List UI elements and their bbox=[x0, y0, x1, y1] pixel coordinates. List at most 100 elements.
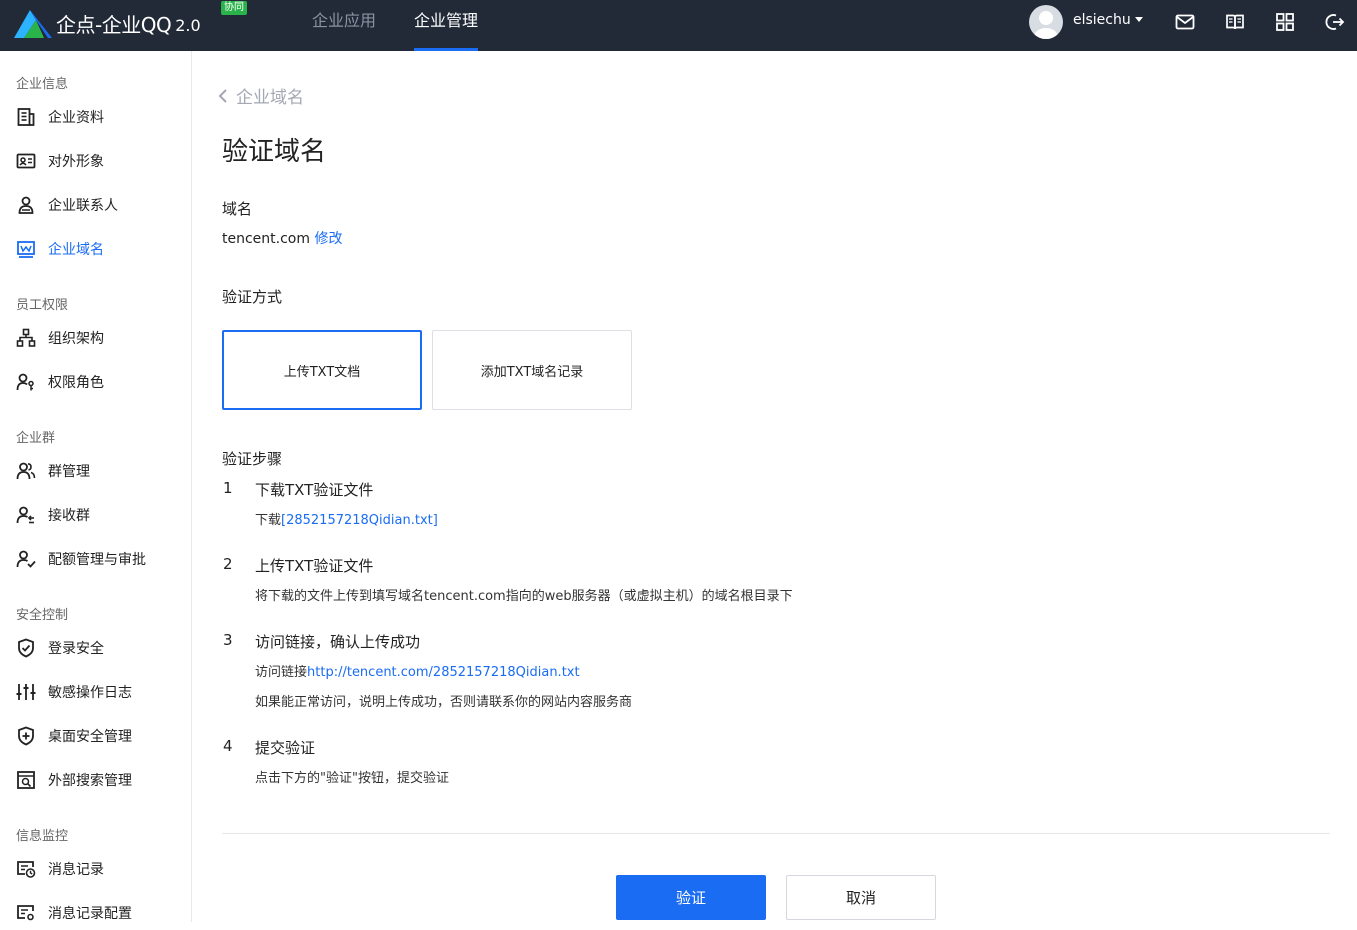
qidian-logo-icon bbox=[14, 10, 52, 38]
collab-badge: 协同 bbox=[221, 1, 247, 15]
book-icon[interactable] bbox=[1225, 12, 1245, 32]
role-key-icon bbox=[16, 373, 34, 391]
method-txt-record[interactable]: 添加TXT域名记录 bbox=[432, 330, 632, 410]
caret-down-icon bbox=[1134, 17, 1143, 22]
download-file-link[interactable]: [2852157218Qidian.txt] bbox=[281, 513, 438, 528]
verify-button[interactable]: 验证 bbox=[616, 875, 766, 920]
cancel-button[interactable]: 取消 bbox=[786, 875, 936, 920]
step-number: 3 bbox=[223, 631, 233, 649]
sliders-icon bbox=[16, 684, 36, 700]
step-title: 提交验证 bbox=[255, 739, 316, 757]
sidebar-item-external-search[interactable]: 外部搜索管理 bbox=[0, 763, 191, 797]
sidebar-item-login-security[interactable]: 登录安全 bbox=[0, 631, 191, 665]
step-desc: 下载[2852157218Qidian.txt] bbox=[255, 509, 438, 528]
step-number: 4 bbox=[223, 737, 233, 755]
step-desc: 将下载的文件上传到填写域名tencent.com指向的web服务器（或虚拟主机）… bbox=[255, 589, 793, 604]
sidebar-item-label: 组织架构 bbox=[48, 331, 104, 347]
app-name: 企点-企业QQ bbox=[56, 12, 172, 37]
sidebar-item-roles[interactable]: 权限角色 bbox=[0, 365, 191, 399]
method-upload-txt[interactable]: 上传TXT文档 bbox=[222, 330, 422, 410]
sidebar-item-label: 群管理 bbox=[48, 464, 90, 480]
sidebar-item-label: 外部搜索管理 bbox=[48, 773, 132, 789]
app-version: 2.0 bbox=[175, 15, 201, 35]
tab-enterprise-management[interactable]: 企业管理 bbox=[414, 0, 479, 51]
method-label-text: 添加TXT域名记录 bbox=[480, 364, 584, 380]
domain-icon bbox=[17, 241, 35, 258]
sidebar-item-sensitive-log[interactable]: 敏感操作日志 bbox=[0, 675, 191, 709]
message-history-icon bbox=[17, 861, 36, 878]
edit-domain-link[interactable]: 修改 bbox=[314, 231, 342, 247]
sidebar-item-receive-group[interactable]: 接收群 bbox=[0, 498, 191, 532]
sidebar-item-domain[interactable]: 企业域名 bbox=[0, 232, 191, 266]
sidebar-item-group-management[interactable]: 群管理 bbox=[0, 454, 191, 488]
step-number: 1 bbox=[223, 479, 233, 497]
step-desc: 点击下方的"验证"按钮，提交验证 bbox=[255, 771, 449, 786]
group-icon bbox=[16, 462, 36, 480]
sidebar-group-title: 企业信息 bbox=[16, 77, 69, 92]
step-number: 2 bbox=[223, 555, 233, 573]
sidebar-item-label: 配额管理与审批 bbox=[48, 552, 146, 568]
sidebar-item-label: 企业资料 bbox=[48, 110, 104, 126]
sidebar-item-message-config[interactable]: 消息记录配置 bbox=[0, 896, 191, 930]
domain-value: tencent.com bbox=[222, 231, 310, 247]
back-label: 企业域名 bbox=[236, 88, 304, 108]
mail-icon[interactable] bbox=[1175, 12, 1195, 32]
step-title: 上传TXT验证文件 bbox=[255, 557, 374, 575]
sidebar-item-label: 权限角色 bbox=[48, 375, 104, 391]
org-chart-icon bbox=[16, 328, 36, 347]
sidebar-item-message-history[interactable]: 消息记录 bbox=[0, 852, 191, 886]
sidebar-item-label: 桌面安全管理 bbox=[48, 729, 132, 745]
step-desc-secondary: 如果能正常访问，说明上传成功，否则请联系你的网站内容服务商 bbox=[255, 695, 633, 710]
avatar[interactable] bbox=[1029, 5, 1063, 39]
app-logo[interactable]: 企点-企业QQ 2.0 bbox=[14, 7, 201, 39]
domain-label: 域名 bbox=[222, 200, 253, 218]
chevron-left-icon bbox=[218, 88, 227, 103]
sidebar-group-title: 企业群 bbox=[16, 431, 56, 446]
step-desc-text: 访问链接 bbox=[255, 665, 308, 680]
sidebar-item-org-structure[interactable]: 组织架构 bbox=[0, 321, 191, 355]
sidebar: 企业信息 企业资料 对外形象 企业联系人 企业域名 员工权限 组织架构 权限角色… bbox=[0, 51, 192, 922]
tab-enterprise-apps[interactable]: 企业应用 bbox=[312, 0, 376, 51]
verify-button-label: 验证 bbox=[675, 889, 706, 907]
sidebar-item-public-image[interactable]: 对外形象 bbox=[0, 144, 191, 178]
step-desc: 访问链接http://tencent.com/2852157218Qidian.… bbox=[255, 661, 580, 680]
message-config-icon bbox=[17, 905, 34, 921]
user-menu[interactable]: elsiechu bbox=[1073, 12, 1143, 28]
sidebar-item-label: 对外形象 bbox=[48, 154, 104, 170]
footer-divider bbox=[222, 833, 1330, 834]
tab-label: 企业管理 bbox=[414, 11, 479, 30]
quota-approve-icon bbox=[16, 550, 36, 568]
sidebar-item-label: 接收群 bbox=[48, 508, 90, 524]
back-link[interactable]: 企业域名 bbox=[218, 83, 304, 108]
sidebar-item-label: 企业联系人 bbox=[48, 198, 118, 214]
method-label: 验证方式 bbox=[222, 288, 283, 306]
tab-label: 企业应用 bbox=[312, 11, 377, 30]
shield-plus-icon bbox=[18, 726, 34, 746]
sidebar-item-quota-approval[interactable]: 配额管理与审批 bbox=[0, 542, 191, 576]
step-title: 下载TXT验证文件 bbox=[255, 481, 374, 499]
logout-icon[interactable] bbox=[1325, 12, 1345, 32]
sidebar-item-desktop-security[interactable]: 桌面安全管理 bbox=[0, 719, 191, 753]
step-title: 访问链接，确认上传成功 bbox=[255, 633, 421, 651]
sidebar-item-label: 企业域名 bbox=[48, 242, 104, 258]
building-doc-icon bbox=[17, 108, 35, 126]
top-bar: 企点-企业QQ 2.0 协同 企业应用 企业管理 elsiechu bbox=[0, 0, 1357, 51]
username: elsiechu bbox=[1073, 12, 1131, 28]
sidebar-item-label: 敏感操作日志 bbox=[48, 685, 132, 701]
sidebar-item-company-profile[interactable]: 企业资料 bbox=[0, 100, 191, 134]
sidebar-item-label: 消息记录 bbox=[48, 862, 104, 878]
sidebar-item-label: 登录安全 bbox=[48, 641, 104, 657]
sidebar-item-contacts[interactable]: 企业联系人 bbox=[0, 188, 191, 222]
user-silhouette-icon bbox=[1034, 11, 1058, 39]
shield-check-icon bbox=[18, 638, 34, 658]
contact-person-icon bbox=[18, 196, 34, 214]
page-title: 验证域名 bbox=[222, 137, 327, 167]
sidebar-group-title: 信息监控 bbox=[16, 829, 69, 844]
active-tab-indicator bbox=[414, 48, 479, 51]
apps-grid-icon[interactable] bbox=[1275, 12, 1295, 32]
cancel-button-label: 取消 bbox=[845, 889, 876, 907]
verify-url-link[interactable]: http://tencent.com/2852157218Qidian.txt bbox=[307, 665, 580, 680]
id-card-icon bbox=[16, 153, 36, 169]
method-label-text: 上传TXT文档 bbox=[283, 364, 361, 380]
steps-label: 验证步骤 bbox=[222, 450, 283, 468]
